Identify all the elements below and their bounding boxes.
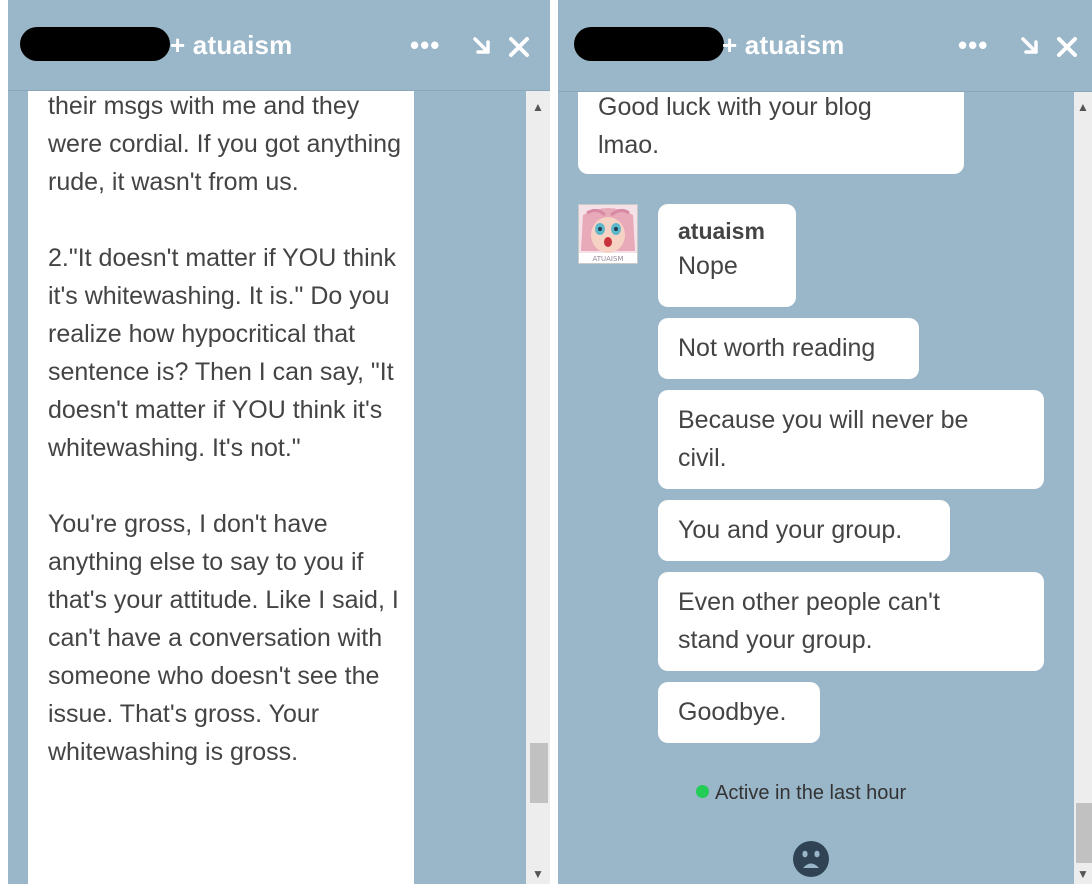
scroll-down-arrow-icon[interactable]: ▼ <box>1074 864 1092 884</box>
message-bubble: Because you will never be civil. <box>658 390 1044 489</box>
redacted-username <box>20 27 170 61</box>
active-status: Active in the last hour <box>696 782 906 805</box>
message-paragraph: their msgs with me and they were cordial… <box>48 92 401 196</box>
message-text: Nope <box>678 252 738 280</box>
scroll-down-arrow-icon[interactable]: ▼ <box>526 864 550 884</box>
scrollbar[interactable]: ▲ ▼ <box>1074 91 1092 884</box>
chat-window-right: + atuaism ••• Good luck with your blog l… <box>558 0 1092 884</box>
active-status-text: Active in the last hour <box>715 782 907 804</box>
message-text: You and your group. <box>678 516 903 544</box>
more-dots-icon[interactable]: ••• <box>958 30 988 60</box>
message-list: their msgs with me and they were cordial… <box>8 91 550 884</box>
message-bubble: Not worth reading <box>658 318 919 379</box>
avatar[interactable]: ATUAISM <box>578 204 638 264</box>
message-text: Goodbye. <box>678 698 787 726</box>
close-icon[interactable] <box>1056 36 1078 58</box>
message-paragraph: 2."It doesn't matter if YOU think it's w… <box>48 244 397 462</box>
sender-name: atuaism <box>678 218 765 244</box>
sad-face-emoji-icon[interactable] <box>792 840 830 883</box>
message-text: Good luck with your blog lmao. <box>598 93 872 159</box>
minimize-arrow-icon[interactable] <box>1020 36 1040 56</box>
message-bubble: Even other people can't stand your group… <box>658 572 1044 671</box>
message-text: Because you will never be civil. <box>678 406 969 472</box>
chat-title: + atuaism <box>170 30 293 60</box>
svg-text:ATUAISM: ATUAISM <box>593 255 624 263</box>
scrollbar-thumb[interactable] <box>1076 803 1092 863</box>
message-paragraph: You're gross, I don't have anything else… <box>48 510 399 766</box>
scrollbar[interactable]: ▲ ▼ <box>526 91 550 884</box>
scroll-up-arrow-icon[interactable]: ▲ <box>1074 97 1092 117</box>
header-overlay: + atuaism ••• <box>558 0 1092 91</box>
message-bubble: atuaism Nope <box>658 204 796 307</box>
close-icon[interactable] <box>508 36 530 58</box>
message-text: Not worth reading <box>678 334 876 362</box>
online-dot-icon <box>696 785 709 798</box>
redacted-username <box>574 27 724 61</box>
message-bubble: Goodbye. <box>658 682 820 743</box>
chat-header: + atuaism ••• <box>8 0 550 91</box>
chat-title: + atuaism <box>722 30 845 60</box>
more-dots-icon[interactable]: ••• <box>410 30 440 60</box>
message-text: Even other people can't stand your group… <box>678 588 940 654</box>
chat-window-left: + atuaism ••• their msgs with me and the… <box>8 0 550 884</box>
scroll-up-arrow-icon[interactable]: ▲ <box>526 97 550 117</box>
message-bubble: You and your group. <box>658 500 950 561</box>
message-bubble: their msgs with me and they were cordial… <box>28 91 414 884</box>
minimize-arrow-icon[interactable] <box>472 36 492 56</box>
scrollbar-thumb[interactable] <box>530 743 548 803</box>
message-text: their msgs with me and they were cordial… <box>48 87 408 809</box>
